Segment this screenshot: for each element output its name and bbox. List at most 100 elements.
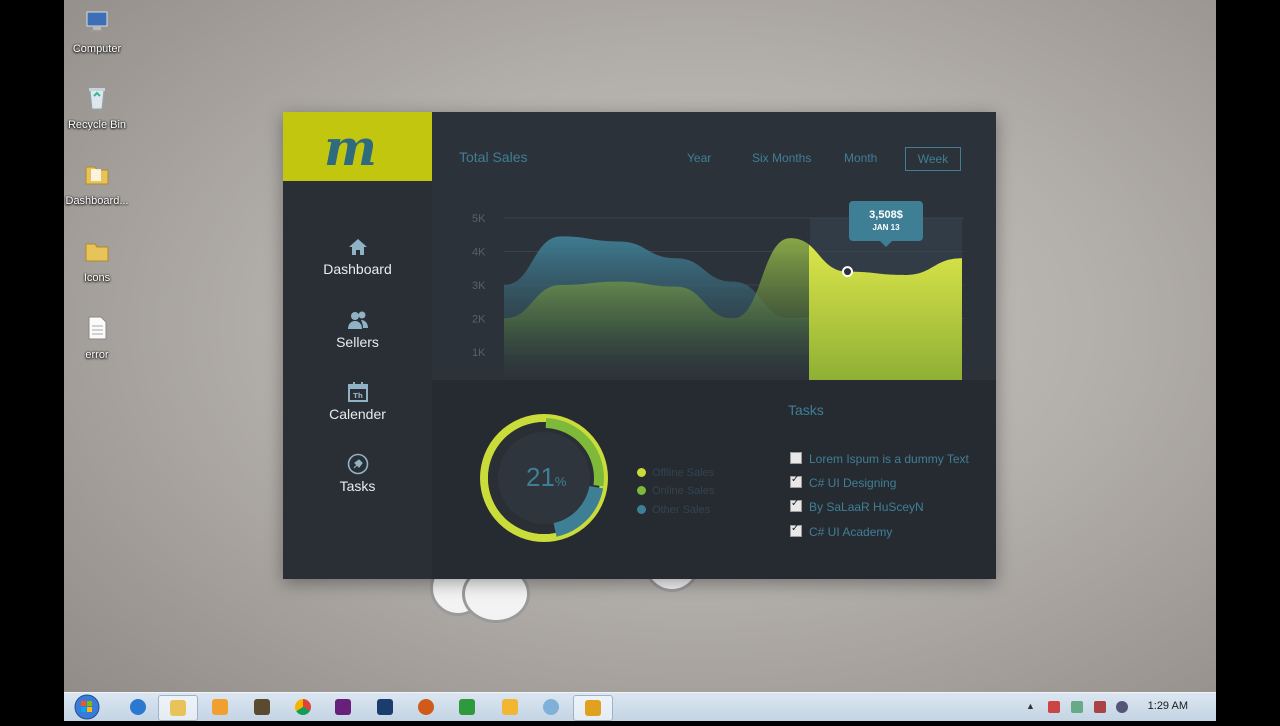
desktop-icon-recycle-bin[interactable]: Recycle Bin — [64, 84, 137, 131]
taskbar-photoshop[interactable] — [366, 695, 404, 719]
desktop-icon-label: Recycle Bin — [67, 119, 127, 131]
tray-volume-icon[interactable] — [1116, 701, 1128, 713]
ie-icon — [130, 699, 146, 715]
windows-logo-icon — [74, 694, 100, 720]
start-button[interactable] — [72, 693, 102, 721]
sidebar-item-calender[interactable]: Th Calender — [283, 381, 432, 422]
explorer-icon — [170, 700, 186, 716]
desktop-icon-label: error — [85, 349, 109, 361]
desktop-icon-label: Dashboard... — [65, 195, 129, 207]
legend-item-offline: Offline Sales — [637, 467, 714, 479]
sidebar-item-sellers[interactable]: Sellers — [283, 309, 432, 350]
photoshop-icon — [377, 699, 393, 715]
visual-studio-icon — [335, 699, 351, 715]
taskbar-paint[interactable] — [532, 695, 570, 719]
taskbar-camtasia[interactable] — [448, 695, 486, 719]
legend-item-online: Online Sales — [637, 485, 714, 497]
movie-maker-icon — [254, 699, 270, 715]
chart-y-ticks: 5K 4K 3K 2K 1K — [472, 213, 486, 359]
app-logo: m — [283, 112, 432, 181]
tray-network-icon[interactable] — [1094, 701, 1106, 713]
y-tick-label: 3K — [472, 280, 486, 292]
dashboard-window: m Dashboard Sellers Th Calender Tasks To… — [283, 112, 996, 579]
sidebar-item-label: Calender — [329, 406, 386, 422]
chrome-icon — [295, 699, 311, 715]
desktop-icon-label: Icons — [83, 272, 111, 284]
y-tick-label: 1K — [472, 347, 486, 359]
taskbar-dashboard-app[interactable] — [573, 695, 613, 721]
desktop-icon-label: Computer — [72, 43, 122, 55]
taskbar-sticky[interactable] — [491, 695, 529, 719]
y-tick-label: 4K — [472, 247, 486, 259]
app-icon — [418, 699, 434, 715]
folder-icon — [85, 166, 109, 185]
calendar-icon: Th — [347, 382, 368, 402]
legend-item-other: Other Sales — [637, 504, 710, 516]
logo-letter: m — [324, 118, 377, 177]
media-player-icon — [212, 699, 228, 715]
legend-label: Online Sales — [652, 485, 715, 497]
task-label: C# UI Academy — [809, 525, 893, 539]
taskbar-media-player[interactable] — [201, 695, 239, 719]
highlight-point[interactable] — [842, 266, 853, 278]
chart-tooltip: 3,508$ JAN 13 — [849, 201, 923, 247]
text-file-icon — [88, 316, 107, 340]
sales-area-chart: 5K 4K 3K 2K 1K — [472, 213, 964, 380]
sidebar: Dashboard Sellers Th Calender Tasks — [283, 181, 432, 579]
paint-icon — [543, 699, 559, 715]
taskbar-ie[interactable] — [119, 695, 157, 719]
desktop-icon-error[interactable]: error — [64, 314, 137, 361]
computer-icon — [86, 11, 108, 32]
sales-chart-panel: Total Sales Year Six Months Month Week 5… — [432, 112, 996, 380]
task-checkbox[interactable] — [790, 474, 802, 488]
taskbar-visual-studio[interactable] — [324, 695, 362, 719]
donut-unit: % — [554, 474, 567, 489]
legend-dot — [637, 486, 646, 495]
pin-icon — [347, 453, 368, 475]
task-item[interactable]: By SaLaaR HuSceyN — [790, 498, 924, 514]
bottom-panel: 21% Offline Sales Online Sales Other Sal… — [432, 380, 996, 579]
svg-text:Th: Th — [353, 392, 363, 400]
desktop-icon-icons[interactable]: Icons — [64, 237, 137, 284]
task-checkbox[interactable] — [790, 523, 802, 537]
legend-label: Offline Sales — [652, 467, 715, 479]
task-checkbox[interactable] — [790, 452, 802, 464]
legend-dot — [637, 468, 646, 477]
users-icon — [347, 311, 368, 329]
donut-percent: 21 — [526, 462, 555, 492]
sidebar-item-label: Dashboard — [323, 261, 392, 277]
taskbar-explorer[interactable] — [158, 695, 198, 721]
legend-dot — [637, 505, 646, 514]
tray-battery-icon[interactable] — [1071, 701, 1083, 713]
home-icon — [348, 239, 367, 255]
task-item[interactable]: C# UI Academy — [790, 523, 893, 539]
desktop-icon-computer[interactable]: Computer — [64, 8, 137, 55]
tray-expand-icon[interactable]: ▲ — [1026, 701, 1038, 713]
task-checkbox[interactable] — [790, 498, 802, 512]
sidebar-item-dashboard[interactable]: Dashboard — [283, 236, 432, 277]
dashboard-app-icon — [585, 700, 601, 716]
tooltip-arrow — [880, 241, 892, 247]
taskbar-chrome[interactable] — [284, 695, 322, 719]
tooltip-date: JAN 13 — [872, 223, 900, 232]
camtasia-icon — [459, 699, 475, 715]
sticky-icon — [502, 699, 518, 715]
folder-icon — [85, 243, 109, 262]
taskbar-clock[interactable]: 1:29 AM — [1148, 700, 1188, 712]
recycle-bin-icon — [89, 88, 105, 110]
desktop-icon-dashboard[interactable]: Dashboard... — [64, 160, 137, 207]
taskbar-app[interactable] — [407, 695, 445, 719]
task-label: By SaLaaR HuSceyN — [809, 500, 924, 514]
task-item[interactable]: C# UI Designing — [790, 474, 897, 490]
sidebar-item-tasks[interactable]: Tasks — [283, 453, 432, 494]
sidebar-item-label: Sellers — [336, 334, 379, 350]
taskbar-movie-maker[interactable] — [243, 695, 281, 719]
tasks-title: Tasks — [788, 402, 824, 418]
y-tick-label: 2K — [472, 314, 486, 326]
task-item[interactable]: Lorem Ispum is a dummy Text — [790, 452, 969, 466]
task-label: C# UI Designing — [809, 476, 897, 490]
tooltip-value: 3,508$ — [869, 209, 903, 221]
task-label: Lorem Ispum is a dummy Text — [809, 452, 969, 466]
tray-flag-icon[interactable] — [1048, 701, 1060, 713]
y-tick-label: 5K — [472, 213, 486, 225]
